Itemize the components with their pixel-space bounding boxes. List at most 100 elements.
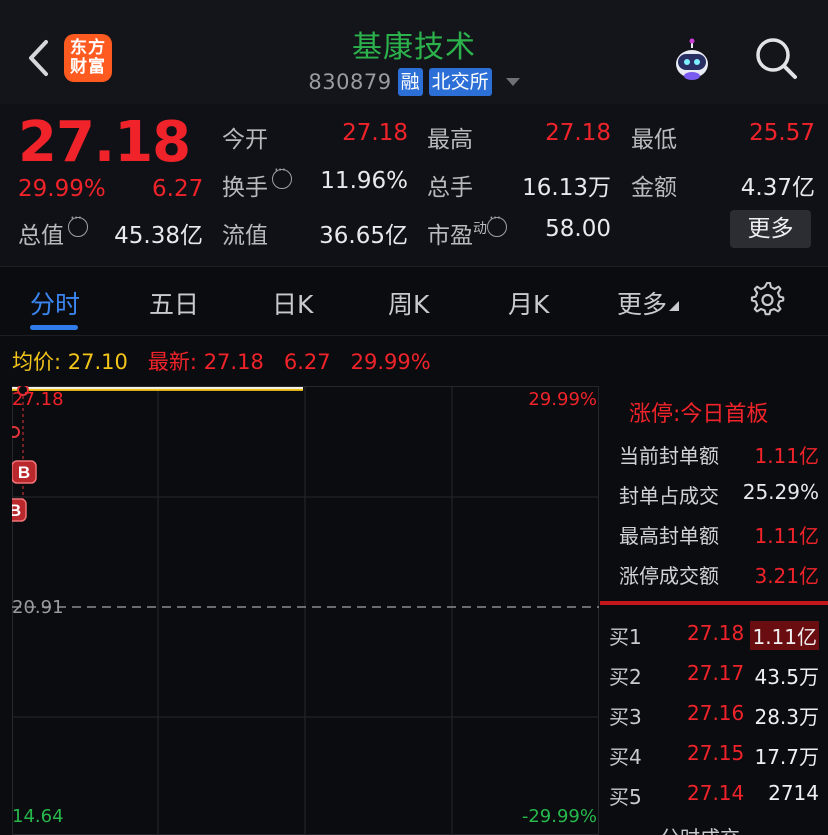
low-value: 25.57 (749, 120, 815, 146)
tab-more-label: 更多 (617, 290, 668, 319)
quote-panel: 27.18 29.99% 6.27 今开 27.18 最高 27.18 最低 2… (0, 104, 828, 266)
y-axis-mid-label: 20.91 (12, 597, 64, 618)
turnover-label[interactable]: 换手 (222, 161, 292, 202)
limit-up-row-label: 封单占成交 (619, 484, 719, 508)
bid-label: 买5 (609, 785, 642, 809)
dropdown-caret-icon[interactable] (505, 78, 520, 86)
open-value: 27.18 (342, 120, 408, 146)
trade-dot-marker (12, 426, 20, 438)
limit-up-row-label: 最高封单额 (619, 524, 719, 548)
tab-five-day[interactable]: 五日 (149, 285, 199, 321)
buy-marker-1-text: B (18, 463, 30, 482)
chart-tabs: 分时 五日 日K 周K 月K 更多 (0, 266, 828, 336)
pct-axis-top-label: 29.99% (528, 389, 597, 410)
robot-assistant-icon[interactable] (668, 36, 716, 84)
total-cap-label[interactable]: 总值 (18, 209, 88, 250)
tab-more[interactable]: 更多 (617, 285, 680, 321)
search-icon[interactable] (752, 34, 800, 82)
bid-row[interactable]: 买1 27.18 1.11亿 (609, 621, 819, 650)
stock-code: 830879 (308, 70, 392, 94)
latest-label: 最新: (147, 350, 197, 374)
bid-price: 27.15 (687, 741, 745, 765)
turnover-value: 11.96% (320, 168, 408, 194)
amount-label: 金额 (631, 175, 677, 201)
tab-intraday[interactable]: 分时 (30, 285, 80, 321)
turnover-label-text: 换手 (222, 175, 268, 201)
bid-row[interactable]: 买4 27.15 17.7万 (609, 741, 819, 769)
bid-volume: 1.11亿 (750, 621, 819, 650)
bid-volume: 17.7万 (754, 745, 819, 769)
order-book-panel: 涨停:今日首板 当前封单额 1.11亿 封单占成交 25.29% 最高封单额 1… (600, 386, 828, 835)
bid-label: 买4 (609, 745, 642, 769)
bid-row[interactable]: 买2 27.17 43.5万 (609, 661, 819, 689)
latest-change: 6.27 (283, 350, 331, 374)
gear-icon[interactable] (750, 281, 786, 318)
y-axis-top-label: 27.18 (12, 389, 64, 410)
info-dots-icon[interactable] (272, 161, 292, 189)
low-label: 最低 (631, 127, 677, 153)
limit-up-row: 最高封单额 1.11亿 (619, 520, 819, 549)
pct-axis-bottom-label: -29.99% (521, 806, 597, 827)
price-info-line: 均价: 27.10 最新: 27.18 6.27 29.99% (12, 346, 431, 376)
total-cap-value: 45.38亿 (114, 223, 203, 249)
bid-price: 27.16 (687, 701, 745, 725)
bid-price: 27.14 (687, 781, 745, 805)
latest-percent: 29.99% (350, 350, 431, 374)
active-tab-indicator (30, 325, 78, 330)
bid-volume: 28.3万 (754, 705, 819, 729)
bid-label: 买1 (609, 625, 642, 649)
amount-value: 4.37亿 (740, 175, 815, 201)
limit-up-row-value: 3.21亿 (754, 564, 819, 588)
intraday-chart[interactable]: B B 27.18 20.91 14.64 29.99% -29.99% (12, 386, 599, 835)
pe-label-text: 市盈 (427, 223, 473, 249)
limit-up-row: 涨停成交额 3.21亿 (619, 560, 819, 589)
latest-price: 27.18 (203, 350, 264, 374)
bid-volume: 43.5万 (754, 665, 819, 689)
current-price: 27.18 (18, 110, 191, 175)
limit-up-row-label: 当前封单额 (619, 444, 719, 468)
total-cap-label-text: 总值 (18, 223, 64, 249)
bid-label: 买3 (609, 705, 642, 729)
tab-monthly-k[interactable]: 月K (508, 285, 549, 321)
bid-row[interactable]: 买5 27.14 2714 (609, 781, 819, 809)
tick-trades-title[interactable]: 分时成交 (660, 822, 740, 835)
limit-up-row: 当前封单额 1.11亿 (619, 440, 819, 469)
top-bar: 东方 财富 基康技术 830879 融 北交所 (0, 0, 828, 104)
limit-up-row-value: 1.11亿 (754, 524, 819, 548)
limit-up-row: 封单占成交 25.29% (619, 480, 819, 509)
margin-tag: 融 (397, 68, 423, 96)
open-label: 今开 (222, 127, 268, 153)
limit-up-row-value: 25.29% (742, 480, 819, 504)
bid-row[interactable]: 买3 27.16 28.3万 (609, 701, 819, 729)
volume-label: 总手 (427, 175, 473, 201)
high-label: 最高 (427, 127, 473, 153)
tab-daily-k[interactable]: 日K (272, 285, 313, 321)
limit-up-row-label: 涨停成交额 (619, 564, 719, 588)
float-cap-value: 36.65亿 (319, 223, 408, 249)
pe-dynamic-sup: 动 (473, 221, 487, 237)
bid-label: 买2 (609, 665, 642, 689)
info-dots-icon[interactable] (487, 209, 507, 237)
bid-price: 27.18 (687, 621, 745, 645)
change-value: 6.27 (152, 176, 204, 202)
info-dots-icon[interactable] (68, 209, 88, 237)
chart-canvas: B B (12, 386, 599, 835)
bid-price: 27.17 (687, 661, 745, 685)
exchange-tag: 北交所 (428, 68, 492, 96)
bid-volume: 2714 (768, 781, 819, 805)
y-axis-bottom-label: 14.64 (12, 806, 64, 827)
corner-arrow-icon (669, 301, 680, 311)
more-button[interactable]: 更多 (730, 210, 811, 248)
change-percent: 29.99% (18, 176, 106, 202)
section-divider (600, 601, 828, 605)
limit-up-row-value: 1.11亿 (754, 444, 819, 468)
float-cap-label: 流值 (222, 223, 268, 249)
avg-price-value: 27.10 (67, 350, 128, 374)
pe-label[interactable]: 市盈动 (427, 209, 507, 250)
high-value: 27.18 (545, 120, 611, 146)
buy-marker-2-text: B (12, 501, 21, 520)
tab-weekly-k[interactable]: 周K (388, 285, 429, 321)
volume-value: 16.13万 (522, 175, 611, 201)
avg-price-label: 均价: (12, 350, 62, 374)
pe-value: 58.00 (545, 216, 611, 242)
